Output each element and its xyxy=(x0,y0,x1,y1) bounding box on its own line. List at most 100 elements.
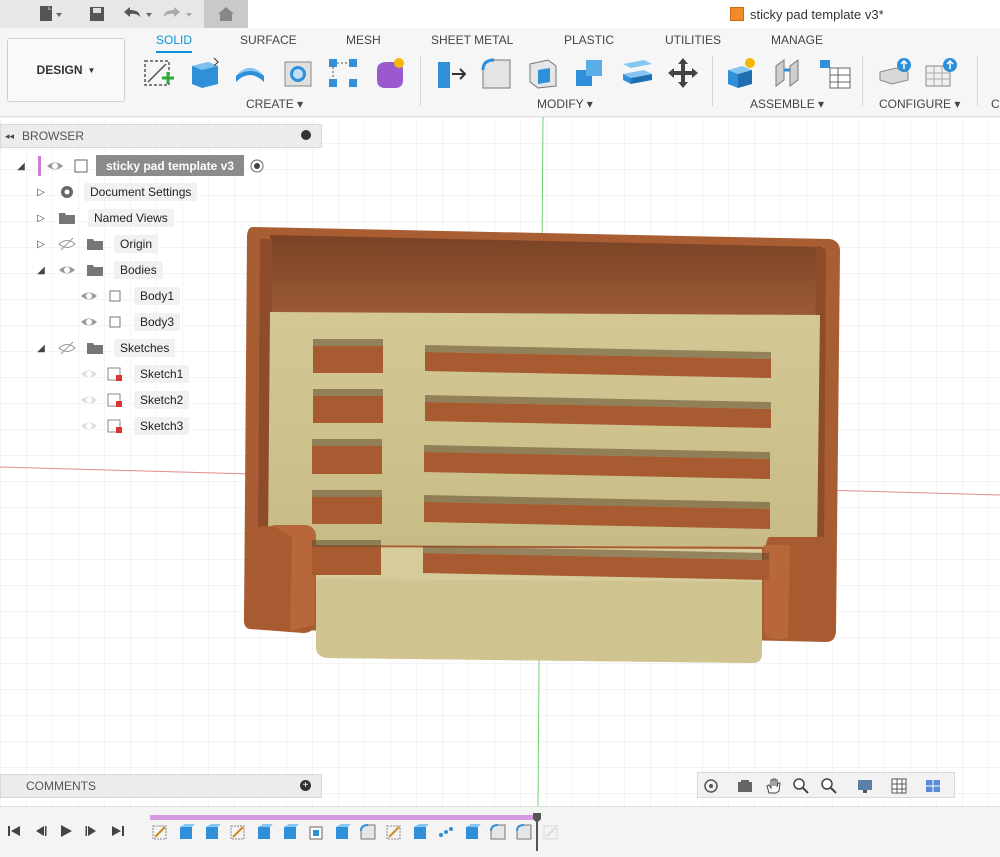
timeline-marker[interactable] xyxy=(533,813,541,851)
timeline-extrude-icon[interactable] xyxy=(411,823,429,841)
tab-mesh[interactable]: MESH xyxy=(346,31,381,51)
workspace-switcher[interactable]: DESIGN ▼ xyxy=(7,38,125,102)
browser-item-sketch1[interactable]: Sketch1 xyxy=(130,363,190,385)
configuration-table-icon[interactable] xyxy=(924,56,958,90)
browser-item-origin[interactable]: Origin xyxy=(110,233,159,255)
hole-icon[interactable] xyxy=(281,56,315,90)
tab-sheet-metal[interactable]: SHEET METAL xyxy=(431,31,513,51)
browser-item-sketch3[interactable]: Sketch3 xyxy=(130,415,190,437)
timeline-sketch-icon[interactable] xyxy=(229,823,247,841)
tab-plastic[interactable]: PLASTIC xyxy=(564,31,614,51)
browser-item-sketch2[interactable]: Sketch2 xyxy=(130,389,190,411)
expand-caret-icon[interactable]: ▷ xyxy=(36,212,46,224)
visibility-eye-icon[interactable] xyxy=(80,392,98,408)
save-icon[interactable] xyxy=(88,2,106,26)
timeline-pattern-icon[interactable] xyxy=(437,823,455,841)
browser-options-icon[interactable] xyxy=(301,130,311,140)
file-icon[interactable] xyxy=(38,2,64,26)
tab-surface[interactable]: SURFACE xyxy=(240,31,297,51)
fit-zoom-icon[interactable] xyxy=(820,777,838,795)
align-icon[interactable] xyxy=(620,56,654,90)
folder-icon xyxy=(59,213,75,224)
ribbon-toolbar: DESIGN ▼ SOLID SURFACE MESH SHEET METAL … xyxy=(0,28,1000,117)
display-settings-icon[interactable] xyxy=(856,777,874,795)
hidden-eye-icon[interactable] xyxy=(58,340,76,356)
joint-icon[interactable] xyxy=(770,56,804,90)
modify-menu[interactable]: MODIFY ▾ xyxy=(537,97,593,111)
timeline-extrude-icon[interactable] xyxy=(255,823,273,841)
browser-panel-header[interactable]: ◂◂ BROWSER xyxy=(0,124,322,148)
viewports-icon[interactable] xyxy=(924,777,942,795)
visibility-eye-icon[interactable] xyxy=(80,288,98,304)
visibility-eye-icon[interactable] xyxy=(58,262,76,278)
activate-radio-icon[interactable] xyxy=(249,158,267,174)
timeline-fillet-icon[interactable] xyxy=(359,823,377,841)
new-component-icon[interactable] xyxy=(724,56,758,90)
visibility-eye-icon[interactable] xyxy=(80,418,98,434)
timeline-extrude-icon[interactable] xyxy=(463,823,481,841)
visibility-eye-icon[interactable] xyxy=(46,158,64,174)
press-pull-icon[interactable] xyxy=(434,56,468,90)
orbit-icon[interactable] xyxy=(702,777,720,795)
shell-icon[interactable] xyxy=(526,56,560,90)
look-at-icon[interactable] xyxy=(736,777,754,795)
create-menu[interactable]: CREATE ▾ xyxy=(246,97,303,111)
assemble-menu[interactable]: ASSEMBLE ▾ xyxy=(750,97,824,111)
collapse-caret-icon[interactable]: ◢ xyxy=(36,342,46,354)
timeline-shell-icon[interactable] xyxy=(307,823,325,841)
root-component-label[interactable]: sticky pad template v3 xyxy=(96,155,244,176)
browser-item-sketches[interactable]: Sketches xyxy=(110,337,176,359)
extrude-icon[interactable] xyxy=(188,56,222,90)
undo-icon[interactable] xyxy=(120,2,156,26)
tab-utilities[interactable]: UTILITIES xyxy=(665,31,721,51)
go-to-start-icon[interactable] xyxy=(6,823,22,839)
visibility-eye-icon[interactable] xyxy=(80,366,98,382)
collapse-panel-icon[interactable]: ◂◂ xyxy=(5,131,14,142)
fillet-icon[interactable] xyxy=(480,56,514,90)
timeline-suppressed-sketch-icon[interactable] xyxy=(542,823,560,841)
configure-menu[interactable]: CONFIGURE ▾ xyxy=(879,97,960,111)
pan-hand-icon[interactable] xyxy=(764,777,782,795)
browser-item-named-views[interactable]: Named Views xyxy=(84,207,174,229)
timeline-sketch-icon[interactable] xyxy=(385,823,403,841)
bill-of-materials-icon[interactable] xyxy=(818,56,852,90)
browser-item-bodies[interactable]: Bodies xyxy=(110,259,163,281)
expand-caret-icon[interactable]: ▷ xyxy=(36,186,46,198)
pattern-icon[interactable] xyxy=(326,56,360,90)
collapse-caret-icon[interactable]: ◢ xyxy=(36,264,46,276)
expand-caret-icon[interactable]: ◢ xyxy=(16,160,26,172)
visibility-eye-icon[interactable] xyxy=(80,314,98,330)
revolve-icon[interactable] xyxy=(233,56,267,90)
tab-solid[interactable]: SOLID xyxy=(156,31,193,53)
expand-caret-icon[interactable]: ▷ xyxy=(36,238,46,250)
grid-settings-icon[interactable] xyxy=(890,777,908,795)
home-icon[interactable] xyxy=(204,0,248,28)
configure-icon[interactable] xyxy=(878,56,912,90)
browser-item-body3[interactable]: Body3 xyxy=(130,311,181,333)
redo-icon[interactable] xyxy=(162,2,198,26)
step-forward-icon[interactable] xyxy=(84,823,100,839)
browser-item-document-settings[interactable]: Document Settings xyxy=(80,181,198,203)
comments-panel-header[interactable]: COMMENTS + xyxy=(0,774,322,798)
timeline-fillet-icon[interactable] xyxy=(489,823,507,841)
create-form-icon[interactable] xyxy=(373,56,407,90)
timeline-extrude-icon[interactable] xyxy=(177,823,195,841)
combine-icon[interactable] xyxy=(572,56,606,90)
go-to-end-icon[interactable] xyxy=(110,823,126,839)
move-icon[interactable] xyxy=(666,56,700,90)
browser-item-body1[interactable]: Body1 xyxy=(130,285,181,307)
hidden-eye-icon[interactable] xyxy=(58,236,76,252)
construct-menu[interactable]: C xyxy=(991,97,1000,111)
timeline-extrude-icon[interactable] xyxy=(203,823,221,841)
tab-manage[interactable]: MANAGE xyxy=(771,31,823,51)
create-sketch-icon[interactable] xyxy=(142,56,176,90)
play-icon[interactable] xyxy=(58,823,74,839)
timeline-extrude-icon[interactable] xyxy=(281,823,299,841)
add-comment-icon[interactable]: + xyxy=(300,780,311,791)
timeline-fillet-icon[interactable] xyxy=(515,823,533,841)
timeline-sketch-icon[interactable] xyxy=(151,823,169,841)
step-back-icon[interactable] xyxy=(32,823,48,839)
timeline-extrude-icon[interactable] xyxy=(333,823,351,841)
zoom-icon[interactable] xyxy=(792,777,810,795)
sticky-pad-model[interactable] xyxy=(244,227,840,663)
